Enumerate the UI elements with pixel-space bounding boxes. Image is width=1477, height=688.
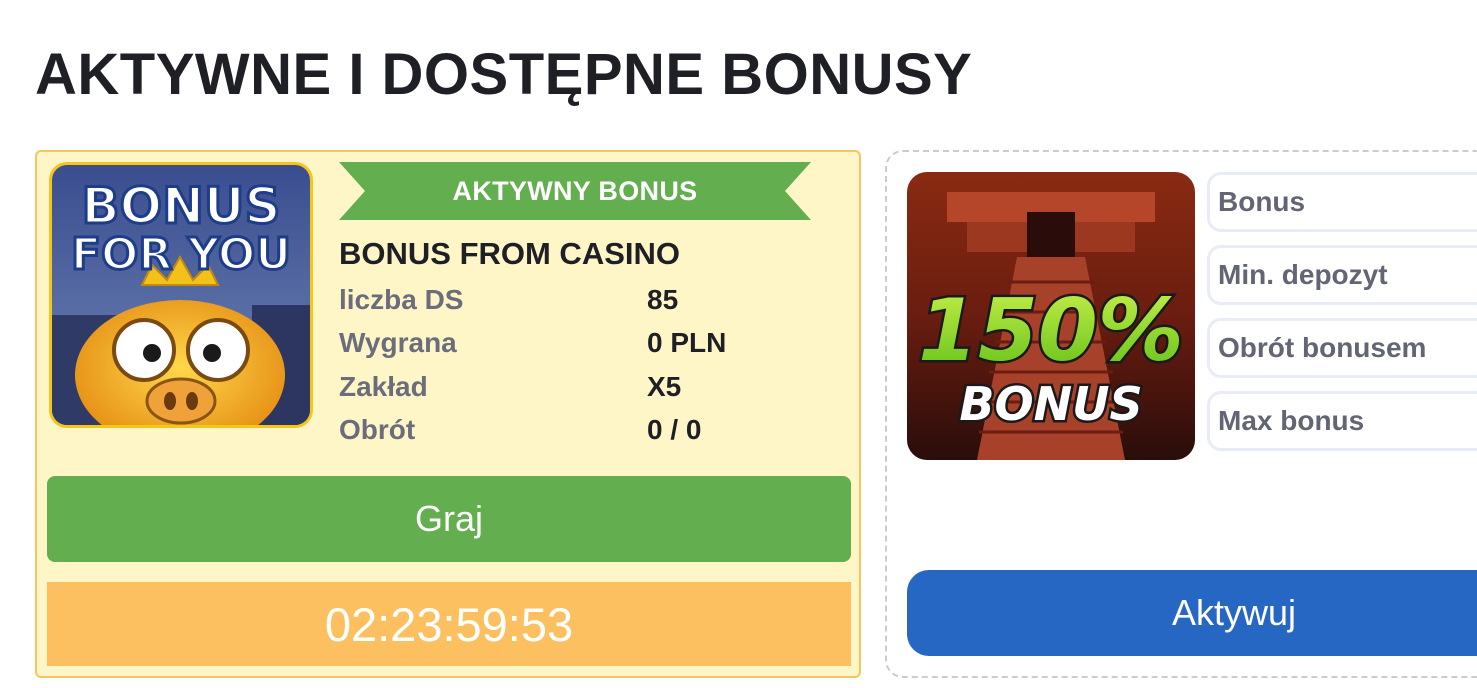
- bonus-name: BONUS FROM CASINO: [339, 236, 680, 271]
- detail-bonus-turnover: Obrót bonusem: [1207, 318, 1477, 378]
- stat-label: Zakład: [339, 370, 428, 402]
- stat-value: X5: [647, 370, 682, 402]
- page-title: AKTYWNE I DOSTĘPNE BONUSY: [35, 42, 973, 107]
- activate-button[interactable]: Aktywuj: [907, 570, 1477, 656]
- bonus-stats: liczba DS 85 Wygrana 0 PLN Zakład X5 Obr…: [339, 278, 819, 452]
- active-bonus-ribbon: AKTYWNY BONUS: [339, 162, 811, 220]
- 150-percent-bonus-image: 150% BONUS: [907, 172, 1195, 460]
- stat-value: 85: [647, 283, 679, 315]
- stat-label: Wygrana: [339, 327, 457, 359]
- bonus-for-you-game-image: BONUS FOR YOU: [49, 162, 313, 428]
- stat-row-winnings: Wygrana 0 PLN: [339, 322, 819, 366]
- detail-bonus: Bonus: [1207, 172, 1477, 232]
- offer-percent-text: 150%: [918, 281, 1184, 381]
- stat-label: liczba DS: [339, 283, 464, 315]
- stat-value: 0 PLN: [647, 327, 727, 359]
- active-bonus-card: BONUS FOR YOU AKTYWNY BONUS BONUS FROM C…: [35, 150, 861, 678]
- detail-max-bonus: Max bonus: [1207, 391, 1477, 451]
- detail-min-deposit: Min. depozyt: [1207, 245, 1477, 305]
- thumbnail-line-2: FOR YOU: [71, 229, 291, 280]
- stat-value: 0 / 0: [647, 414, 702, 446]
- countdown-timer: 02:23:59:53: [47, 582, 851, 666]
- stat-label: Obrót: [339, 414, 416, 446]
- stat-row-ds-count: liczba DS 85: [339, 278, 819, 322]
- ribbon-label: AKTYWNY BONUS: [452, 175, 698, 206]
- stat-row-wager: Zakład X5: [339, 365, 819, 409]
- thumbnail-line-1: BONUS: [81, 177, 280, 235]
- play-button[interactable]: Graj: [47, 476, 851, 562]
- offer-bonus-text: BONUS: [959, 377, 1142, 431]
- stat-row-turnover: Obrót 0 / 0: [339, 409, 819, 453]
- available-bonus-card: 150% BONUS Bonus Min. depozyt Obrót bonu…: [885, 150, 1477, 678]
